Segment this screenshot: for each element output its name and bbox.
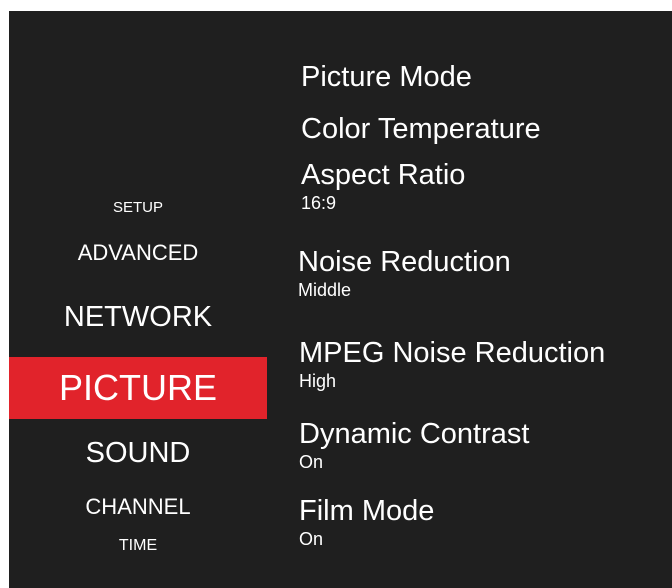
option-label: Noise Reduction bbox=[298, 246, 511, 278]
option-noise-reduction[interactable]: Noise Reduction Middle bbox=[298, 246, 511, 300]
option-label: Dynamic Contrast bbox=[299, 418, 530, 450]
option-label: MPEG Noise Reduction bbox=[299, 337, 606, 369]
category-network[interactable]: NETWORK bbox=[9, 303, 267, 332]
option-label: Aspect Ratio bbox=[301, 159, 466, 191]
option-aspect-ratio[interactable]: Aspect Ratio 16:9 bbox=[301, 159, 466, 213]
option-color-temperature[interactable]: Color Temperature bbox=[301, 115, 541, 144]
category-advanced[interactable]: ADVANCED bbox=[9, 242, 267, 264]
option-dynamic-contrast[interactable]: Dynamic Contrast On bbox=[299, 418, 530, 472]
category-picture[interactable]: PICTURE bbox=[9, 357, 267, 419]
option-label: Color Temperature bbox=[301, 113, 541, 145]
option-value: 16:9 bbox=[301, 193, 337, 213]
option-value: On bbox=[299, 452, 324, 472]
category-sound[interactable]: SOUND bbox=[9, 439, 267, 468]
option-picture-mode[interactable]: Picture Mode bbox=[301, 63, 472, 92]
tv-menu-screen: SETUP ADVANCED NETWORK PICTURE SOUND CHA… bbox=[9, 11, 672, 588]
category-time[interactable]: TIME bbox=[9, 538, 267, 554]
option-value: On bbox=[299, 529, 324, 549]
option-value: High bbox=[299, 371, 337, 391]
option-label: Film Mode bbox=[299, 495, 435, 527]
option-mpeg-noise-reduction[interactable]: MPEG Noise Reduction High bbox=[299, 337, 606, 391]
category-setup[interactable]: SETUP bbox=[9, 200, 267, 215]
option-film-mode[interactable]: Film Mode On bbox=[299, 495, 435, 549]
option-label: Picture Mode bbox=[301, 61, 472, 93]
category-channel[interactable]: CHANNEL bbox=[9, 496, 267, 518]
option-value: Middle bbox=[298, 280, 352, 300]
category-menu: SETUP ADVANCED NETWORK PICTURE SOUND CHA… bbox=[9, 11, 267, 588]
